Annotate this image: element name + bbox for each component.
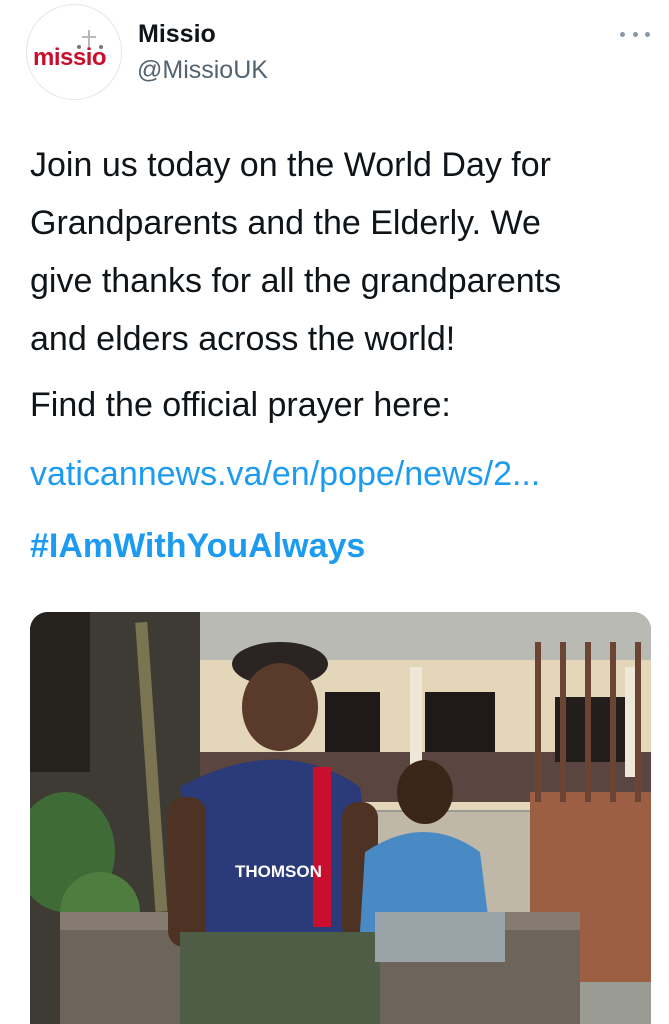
tweet-text-line: Join us today on the World Day for [30, 146, 551, 184]
more-options-icon[interactable] [620, 27, 650, 41]
avatar-logo: missio [33, 44, 107, 71]
tweet-text-line: and elders across the world! [30, 320, 456, 358]
shirt-text: THOMSON [235, 862, 322, 881]
photo-illustration: THOMSON [30, 612, 651, 1024]
tweet-card: missio Missio @MissioUK Join us today on… [0, 0, 669, 1024]
display-name[interactable]: Missio [138, 20, 216, 49]
hashtag-link[interactable]: #IAmWithYouAlways [30, 517, 365, 575]
tweet-photo[interactable]: THOMSON [30, 612, 651, 1024]
tweet-text-line: give thanks for all the grandparents [30, 262, 562, 300]
prayer-text: Find the official prayer here: [30, 386, 451, 424]
account-handle[interactable]: @MissioUK [137, 56, 268, 85]
prayer-link[interactable]: vaticannews.va/en/pope/news/2... [30, 445, 540, 503]
tweet-text-line: Grandparents and the Elderly. We [30, 204, 541, 242]
tweet-text: Join us today on the World Day for Grand… [30, 136, 640, 368]
avatar[interactable]: missio [26, 4, 122, 100]
